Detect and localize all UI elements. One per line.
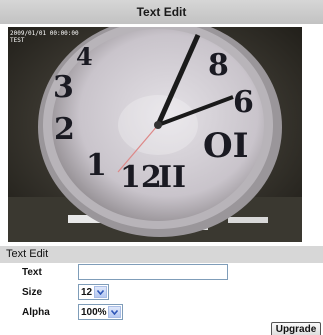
text-edit-page: Text Edit 8 6 OI II 12 1 2 3 4 2009/01/0… xyxy=(0,0,323,335)
chevron-down-icon[interactable] xyxy=(94,286,107,298)
size-select[interactable]: 12 xyxy=(78,284,109,300)
size-row: Size 12 xyxy=(0,284,323,304)
alpha-select[interactable]: 100% xyxy=(78,304,123,320)
svg-text:1: 1 xyxy=(86,148,107,183)
text-input[interactable] xyxy=(78,264,228,280)
svg-text:2: 2 xyxy=(54,112,75,147)
svg-text:6: 6 xyxy=(233,85,254,120)
svg-text:8: 8 xyxy=(208,48,229,83)
video-overlay-text: TEST xyxy=(10,37,25,44)
svg-text:3: 3 xyxy=(53,70,74,105)
section-header-text-edit: Text Edit xyxy=(0,246,323,263)
size-select-value: 12 xyxy=(81,286,93,298)
svg-text:II: II xyxy=(158,160,186,195)
size-label: Size xyxy=(22,287,43,298)
video-overlay-text: 2009/01/01 00:00:00 xyxy=(10,30,79,37)
svg-text:OI: OI xyxy=(203,126,249,166)
text-row: Text xyxy=(0,264,323,284)
camera-video-view: 8 6 OI II 12 1 2 3 4 2009/01/01 00:00:00… xyxy=(8,27,302,242)
alpha-label: Alpha xyxy=(22,307,50,318)
svg-text:12: 12 xyxy=(120,160,162,195)
svg-text:4: 4 xyxy=(76,42,93,71)
upgrade-button[interactable]: Upgrade xyxy=(271,322,321,335)
alpha-select-value: 100% xyxy=(81,306,107,318)
clock-image: 8 6 OI II 12 1 2 3 4 2009/01/01 00:00:00… xyxy=(8,27,302,242)
text-label: Text xyxy=(22,267,42,278)
chevron-down-icon[interactable] xyxy=(108,306,121,318)
alpha-row: Alpha 100% xyxy=(0,304,323,324)
page-title: Text Edit xyxy=(0,0,323,24)
